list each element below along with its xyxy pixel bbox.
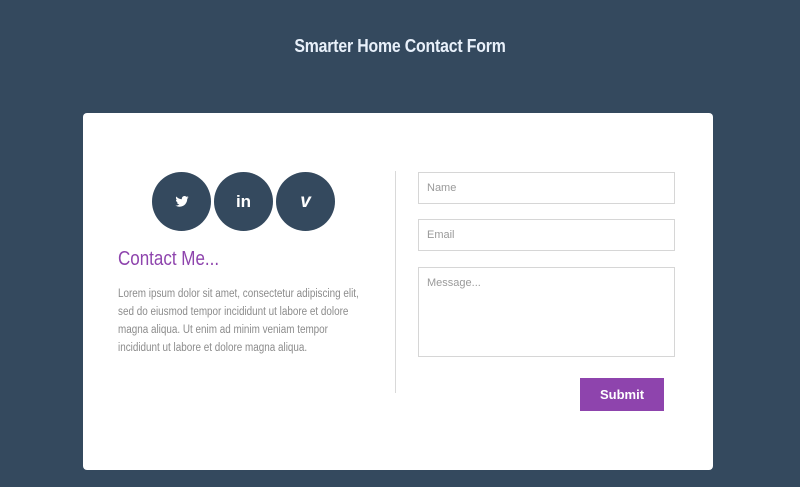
vertical-divider: [395, 171, 396, 393]
contact-description: Lorem ipsum dolor sit amet, consectetur …: [118, 288, 359, 354]
vimeo-link[interactable]: v: [276, 172, 335, 231]
contact-heading: Contact Me...: [118, 248, 220, 270]
linkedin-link[interactable]: in: [214, 172, 273, 231]
submit-button[interactable]: Submit: [580, 378, 664, 411]
vimeo-icon: v: [300, 191, 311, 212]
social-links: in v: [152, 172, 338, 232]
message-field[interactable]: [418, 267, 675, 357]
contact-card: in v Contact Me... Lorem ipsum dolor sit…: [83, 113, 713, 470]
twitter-icon: [174, 196, 189, 207]
linkedin-icon: in: [235, 192, 252, 211]
name-field[interactable]: [418, 172, 675, 204]
page-title: Smarter Home Contact Form: [294, 36, 506, 56]
twitter-link[interactable]: [152, 172, 211, 231]
email-field[interactable]: [418, 219, 675, 251]
